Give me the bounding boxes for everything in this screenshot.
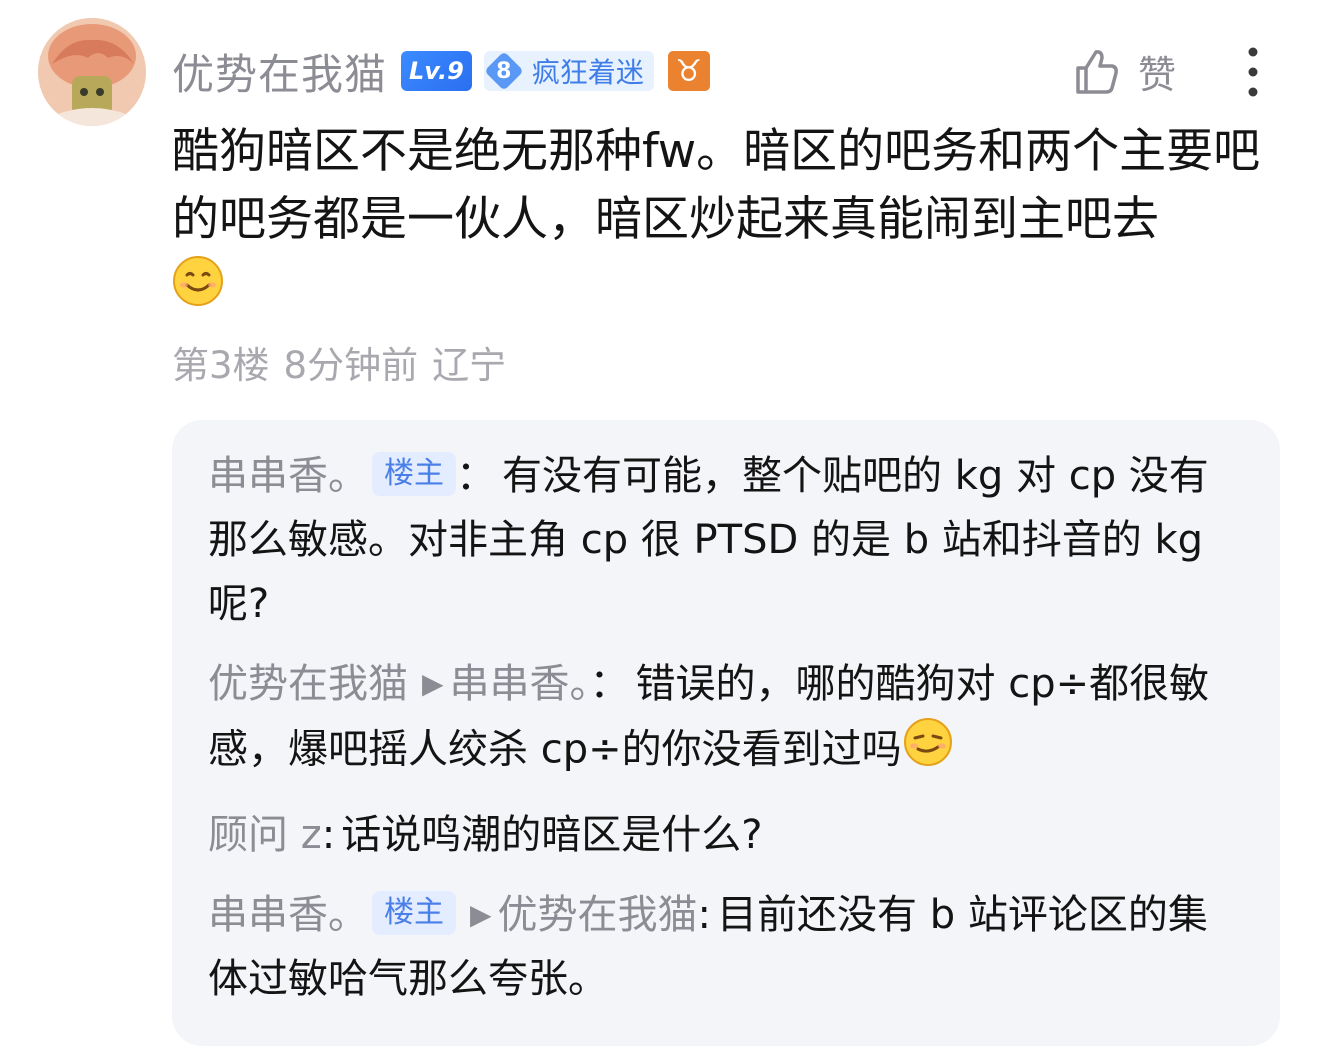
reply-colon: : xyxy=(697,892,712,938)
comment-body: 酷狗暗区不是绝无那种fw。暗区的吧务和两个主要吧的吧务都是一伙人，暗区炒起来真能… xyxy=(172,118,1272,326)
reply-colon: : xyxy=(321,812,336,858)
reply-arrow-icon: ▶ xyxy=(422,667,444,700)
comment-text: 酷狗暗区不是绝无那种fw。暗区的吧务和两个主要吧的吧务都是一伙人，暗区炒起来真能… xyxy=(172,124,1261,247)
location: 辽宁 xyxy=(432,344,507,387)
reply-target[interactable]: 优势在我猫 xyxy=(498,892,698,938)
reply-item[interactable]: 优势在我猫 ▶ 串串香。： 错误的，哪的酷狗对 cp÷都很敏感，爆吧摇人绞杀 cp÷的… xyxy=(208,652,1244,787)
reply-author[interactable]: 顾问 z xyxy=(208,812,322,858)
fan-level-icon: 8 xyxy=(484,51,524,91)
smile-emoji-icon xyxy=(172,255,224,326)
op-badge: 楼主 xyxy=(372,891,456,935)
thumbs-up-icon xyxy=(1076,49,1118,94)
username[interactable]: 优势在我猫 xyxy=(172,41,387,102)
reply-colon: ： xyxy=(456,453,496,499)
smug-emoji-icon xyxy=(902,716,954,787)
comment-card: 优势在我猫 Lv.9 8 疯狂着迷 ♉ 赞 酷狗暗区不是绝无那种fw。暗区的吧务… xyxy=(0,0,1320,1057)
avatar-image xyxy=(38,18,146,126)
zodiac-icon: ♉ xyxy=(667,51,710,91)
level-badge: Lv.9 xyxy=(401,51,472,91)
reply-target[interactable]: 串串香。 xyxy=(450,661,590,707)
reply-author[interactable]: 串串香。 xyxy=(208,453,368,499)
op-badge: 楼主 xyxy=(372,452,456,496)
more-vertical-icon xyxy=(1248,47,1258,97)
fan-level-number: 8 xyxy=(496,58,512,84)
reply-text: 话说鸣潮的暗区是什么? xyxy=(341,812,763,858)
comment-meta: 第3楼 8分钟前 辽宁 xyxy=(172,335,520,389)
reply-colon: ： xyxy=(589,661,630,707)
reply-author[interactable]: 串串香。 xyxy=(208,892,368,938)
reply-item[interactable]: 串串香。 楼主 ▶ 优势在我猫: 目前还没有 b 站评论区的集体过敏哈气那么夸张。 xyxy=(208,883,1244,1011)
like-label: 赞 xyxy=(1138,53,1177,97)
avatar[interactable] xyxy=(38,18,146,126)
reply-item[interactable]: 顾问 z: 话说鸣潮的暗区是什么? xyxy=(208,803,1244,867)
reply-panel: 串串香。 楼主：有没有可能，整个贴吧的 kg 对 cp 没有那么敏感。对非主角 c… xyxy=(172,420,1280,1046)
reply-item[interactable]: 串串香。 楼主：有没有可能，整个贴吧的 kg 对 cp 没有那么敏感。对非主角 c… xyxy=(208,444,1244,636)
like-button[interactable]: 赞 xyxy=(1074,44,1176,99)
comment-header: 优势在我猫 Lv.9 8 疯狂着迷 ♉ xyxy=(172,40,710,102)
fan-badge[interactable]: 8 疯狂着迷 xyxy=(483,51,654,91)
reply-arrow-icon: ▶ xyxy=(470,898,492,931)
floor-number: 第3楼 xyxy=(172,344,270,387)
reply-author[interactable]: 优势在我猫 xyxy=(208,661,408,707)
timestamp: 8分钟前 xyxy=(283,344,419,387)
fan-title: 疯狂着迷 xyxy=(531,56,644,89)
more-options-button[interactable] xyxy=(1238,46,1268,98)
